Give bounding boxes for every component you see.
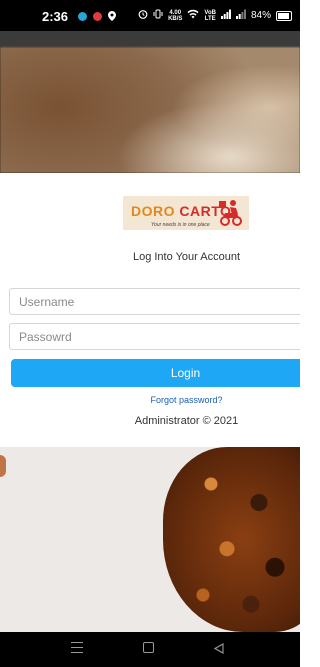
status-right: 4.00 KB/S VoB LTE 84% (138, 9, 292, 22)
signal-icon-2 (235, 9, 246, 22)
network-type: VoB LTE (204, 10, 216, 22)
delivery-rider-icon (219, 200, 242, 226)
username-input[interactable] (9, 288, 300, 315)
home-icon[interactable] (143, 642, 154, 653)
system-nav-bar (0, 632, 300, 667)
logo-name-part1: DORO (131, 203, 180, 219)
forgot-password-link[interactable]: Forgot password? (0, 395, 300, 405)
battery-icon (276, 10, 292, 21)
alarm-icon (138, 9, 148, 22)
login-title: Log Into Your Account (132, 251, 241, 263)
app-top-strip (0, 31, 300, 47)
login-button[interactable]: Login (11, 359, 300, 387)
copyright-footer: Administrator © 2021 (134, 415, 239, 427)
back-icon[interactable] (213, 642, 224, 656)
status-time: 2:36 (42, 9, 69, 24)
food-edge-decoration (0, 455, 6, 477)
status-left: 2:36 (42, 9, 117, 24)
password-input[interactable] (9, 323, 300, 350)
doro-carto-logo: DORO CARTO Your needs is in one place (123, 196, 249, 230)
logo-tagline: Your needs is in one place (151, 222, 210, 228)
food-photo-top (0, 47, 300, 173)
network-speed-unit: KB/S (168, 15, 183, 22)
network-speed: 4.00 KB/S (168, 10, 182, 22)
login-card: DORO CARTO Your needs is in one place Lo… (0, 173, 300, 447)
grilled-chicken-image (163, 447, 300, 632)
battery-percent: 84% (250, 10, 271, 21)
phone-screen: 2:36 4.00 KB/S VoB LTE 84% DORO CARTO Yo… (0, 0, 300, 667)
network-sub-label: LTE (204, 15, 216, 22)
food-photo-bottom (0, 447, 300, 632)
recent-apps-icon[interactable] (71, 642, 83, 657)
vibrate-icon (153, 9, 163, 22)
status-bar: 2:36 4.00 KB/S VoB LTE 84% (0, 0, 300, 31)
airtel-icon (93, 12, 103, 21)
wifi-icon (187, 9, 199, 22)
signal-icon (220, 9, 231, 22)
app-notification-icon (78, 12, 88, 21)
location-icon (108, 10, 117, 24)
